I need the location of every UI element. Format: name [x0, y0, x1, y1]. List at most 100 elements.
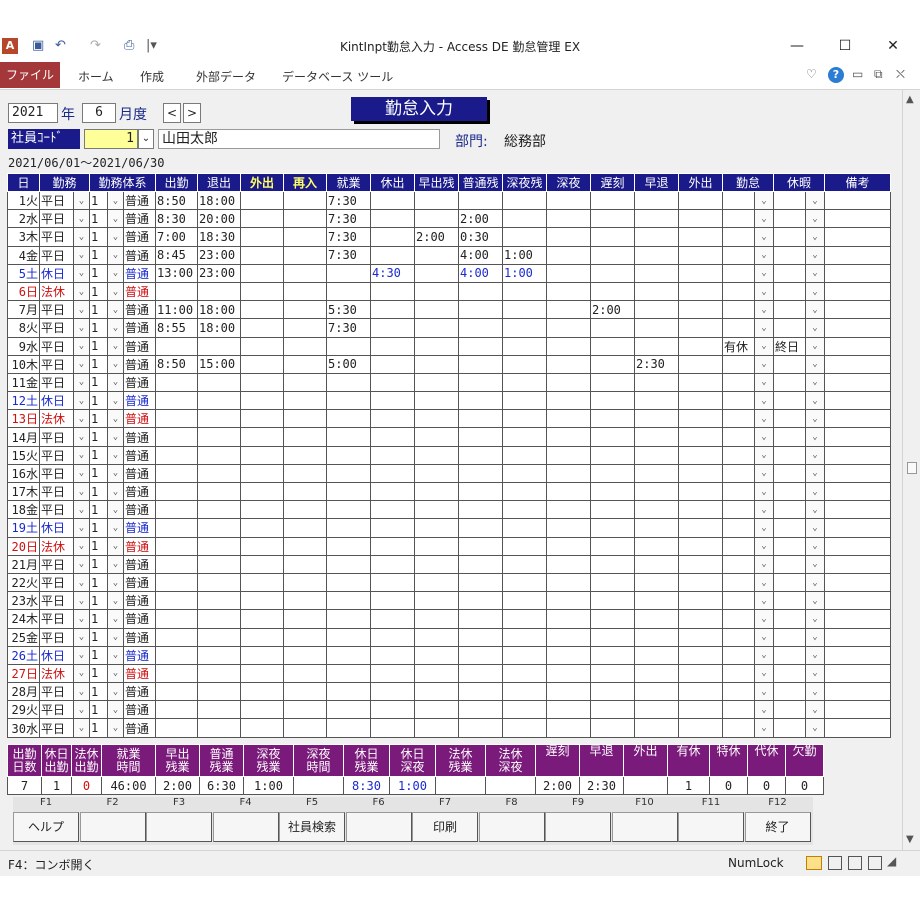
early-cell[interactable] — [414, 245, 459, 265]
chevron-down-icon[interactable]: ⌄ — [805, 391, 825, 411]
in-cell[interactable]: 13:00 — [155, 263, 198, 283]
lnight-cell[interactable] — [502, 645, 547, 665]
ret-cell[interactable] — [283, 682, 327, 702]
hol-cell[interactable] — [370, 409, 415, 429]
ret-cell[interactable] — [283, 463, 327, 484]
work-kind-cell[interactable]: 平日 — [39, 445, 74, 465]
work-kind-cell[interactable]: 平日 — [39, 354, 74, 374]
fkey-button-f9[interactable] — [545, 812, 611, 842]
late-cell[interactable] — [590, 190, 635, 211]
leave-cell[interactable]: 終日 — [773, 336, 806, 356]
work-cell[interactable]: 5:30 — [326, 300, 371, 320]
work-system-code-cell[interactable]: 1 — [89, 300, 108, 320]
fkey-button-f1[interactable]: ヘルプ — [13, 812, 79, 842]
lnight-cell[interactable] — [502, 372, 547, 393]
early-cell[interactable] — [414, 481, 459, 502]
tab-database-tools[interactable]: データベース ツール — [282, 68, 393, 85]
chevron-down-icon[interactable]: ⌄ — [73, 354, 90, 374]
chevron-down-icon[interactable]: ⌄ — [805, 300, 825, 320]
night-cell[interactable] — [546, 190, 591, 211]
chevron-down-icon[interactable]: ⌄ — [107, 445, 124, 465]
lnight-cell[interactable] — [502, 300, 547, 320]
notes-cell[interactable] — [824, 609, 891, 629]
attendance-cell[interactable] — [722, 663, 755, 684]
work-cell[interactable] — [326, 463, 371, 484]
work-cell[interactable]: 7:30 — [326, 209, 371, 229]
goout-cell[interactable] — [240, 427, 284, 447]
out-cell[interactable]: 18:30 — [197, 227, 241, 247]
resize-grip-icon[interactable]: ◢ — [887, 854, 896, 868]
normal-cell[interactable]: 4:00 — [458, 245, 503, 265]
chevron-down-icon[interactable]: ⌄ — [73, 718, 90, 738]
chevron-down-icon[interactable]: ⌄ — [754, 700, 774, 720]
goout-cell[interactable] — [240, 536, 284, 556]
outt-cell[interactable] — [678, 372, 723, 393]
goout-cell[interactable] — [240, 645, 284, 665]
chevron-down-icon[interactable]: ⌄ — [138, 129, 154, 149]
in-cell[interactable] — [155, 591, 198, 611]
early-cell[interactable] — [414, 591, 459, 611]
work-system-code-cell[interactable]: 1 — [89, 554, 108, 574]
chevron-down-icon[interactable]: ⌄ — [73, 645, 90, 665]
chevron-down-icon[interactable]: ⌄ — [805, 409, 825, 429]
work-cell[interactable]: 7:30 — [326, 227, 371, 247]
work-kind-cell[interactable]: 休日 — [39, 645, 74, 665]
outt-cell[interactable] — [678, 263, 723, 283]
goout-cell[interactable] — [240, 591, 284, 611]
late-cell[interactable] — [590, 227, 635, 247]
work-kind-cell[interactable]: 休日 — [39, 391, 74, 411]
hol-cell[interactable] — [370, 518, 415, 538]
in-cell[interactable]: 8:50 — [155, 354, 198, 374]
ret-cell[interactable] — [283, 481, 327, 502]
work-kind-cell[interactable]: 平日 — [39, 609, 74, 629]
normal-cell[interactable] — [458, 682, 503, 702]
late-cell[interactable] — [590, 318, 635, 338]
chevron-down-icon[interactable]: ⌄ — [754, 463, 774, 484]
normal-cell[interactable]: 2:00 — [458, 209, 503, 229]
leave-cell[interactable] — [634, 718, 679, 738]
outt-cell[interactable] — [678, 409, 723, 429]
tab-file[interactable]: ファイル — [0, 62, 60, 88]
attendance-cell[interactable] — [722, 354, 755, 374]
chevron-down-icon[interactable]: ⌄ — [107, 500, 124, 520]
normal-cell[interactable] — [458, 591, 503, 611]
night-cell[interactable] — [546, 391, 591, 411]
early-cell[interactable] — [414, 718, 459, 738]
normal-cell[interactable]: 4:00 — [458, 263, 503, 283]
ret-cell[interactable] — [283, 318, 327, 338]
notes-cell[interactable] — [824, 372, 891, 393]
chevron-down-icon[interactable]: ⌄ — [73, 263, 90, 283]
attendance-cell[interactable] — [722, 536, 755, 556]
goout-cell[interactable] — [240, 300, 284, 320]
night-cell[interactable] — [546, 354, 591, 374]
normal-cell[interactable] — [458, 500, 503, 520]
work-system-code-cell[interactable]: 1 — [89, 391, 108, 411]
notes-cell[interactable] — [824, 518, 891, 538]
chevron-down-icon[interactable]: ⌄ — [805, 318, 825, 338]
layout-view-icon[interactable] — [848, 856, 862, 870]
lnight-cell[interactable] — [502, 518, 547, 538]
leave-cell[interactable] — [634, 627, 679, 647]
out-cell[interactable] — [197, 700, 241, 720]
out-cell[interactable]: 18:00 — [197, 318, 241, 338]
chevron-down-icon[interactable]: ⌄ — [805, 536, 825, 556]
hol-cell[interactable] — [370, 572, 415, 593]
night-cell[interactable] — [546, 427, 591, 447]
out-cell[interactable]: 15:00 — [197, 354, 241, 374]
work-system-code-cell[interactable]: 1 — [89, 645, 108, 665]
attendance-cell[interactable] — [722, 372, 755, 393]
goout-cell[interactable] — [240, 281, 284, 302]
notes-cell[interactable] — [824, 445, 891, 465]
leave-cell[interactable] — [634, 536, 679, 556]
hol-cell[interactable] — [370, 427, 415, 447]
chevron-down-icon[interactable]: ⌄ — [107, 700, 124, 720]
outt-cell[interactable] — [678, 536, 723, 556]
design-view-icon[interactable] — [868, 856, 882, 870]
hol-cell[interactable] — [370, 609, 415, 629]
out-cell[interactable]: 20:00 — [197, 209, 241, 229]
work-cell[interactable] — [326, 663, 371, 684]
chevron-down-icon[interactable]: ⌄ — [754, 209, 774, 229]
chevron-down-icon[interactable]: ⌄ — [73, 372, 90, 393]
outt-cell[interactable] — [678, 245, 723, 265]
early-cell[interactable] — [414, 445, 459, 465]
